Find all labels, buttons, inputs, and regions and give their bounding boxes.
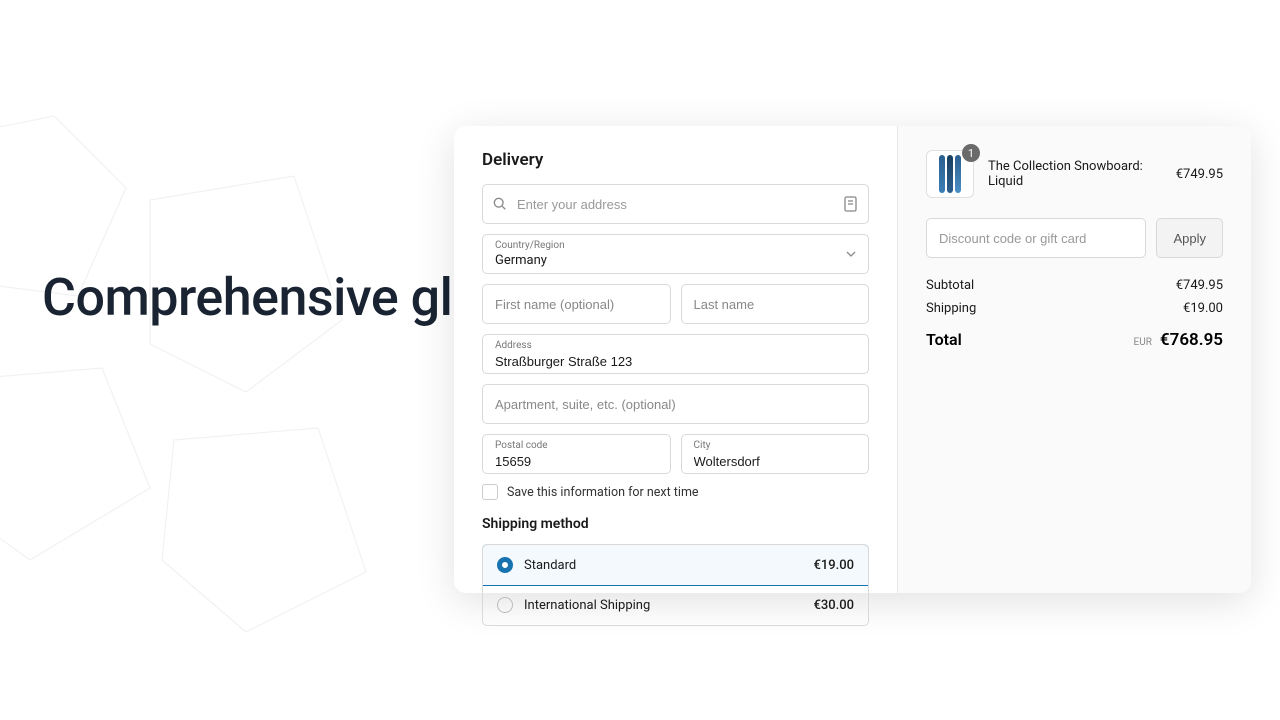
address-search-input[interactable] <box>482 184 869 224</box>
delivery-panel: Delivery Country/Region Germany Address <box>454 126 898 593</box>
total-value: €768.95 <box>1160 330 1223 350</box>
apartment-field[interactable] <box>482 384 869 424</box>
product-name: The Collection Snowboard: Liquid <box>988 159 1162 189</box>
city-input[interactable] <box>694 452 857 469</box>
subtotal-value: €749.95 <box>1176 278 1223 293</box>
first-name-input[interactable] <box>495 297 658 312</box>
address-input[interactable] <box>495 352 856 369</box>
first-name-field[interactable] <box>482 284 671 324</box>
shipping-label: Shipping <box>926 301 976 316</box>
shipping-option-name: International Shipping <box>524 598 802 613</box>
radio-selected-icon <box>497 557 513 573</box>
address-book-icon[interactable] <box>844 196 858 212</box>
shipping-option-international[interactable]: International Shipping €30.00 <box>483 585 868 625</box>
apartment-input[interactable] <box>495 397 856 412</box>
shipping-option-name: Standard <box>524 558 802 573</box>
radio-unselected-icon <box>497 597 513 613</box>
product-price: €749.95 <box>1176 167 1223 182</box>
cart-line-item: 1 The Collection Snowboard: Liquid €749.… <box>926 150 1223 198</box>
postal-label: Postal code <box>495 441 658 451</box>
shipping-method-title: Shipping method <box>482 516 869 532</box>
chevron-down-icon <box>846 251 856 257</box>
last-name-input[interactable] <box>694 297 857 312</box>
currency-code: EUR <box>1134 337 1152 348</box>
city-label: City <box>694 441 857 451</box>
shipping-option-price: €30.00 <box>813 598 854 613</box>
address-search-field[interactable] <box>482 184 869 224</box>
order-summary-panel: 1 The Collection Snowboard: Liquid €749.… <box>898 126 1251 593</box>
country-select[interactable]: Country/Region Germany <box>482 234 869 274</box>
save-info-label: Save this information for next time <box>507 485 699 500</box>
quantity-badge: 1 <box>962 144 980 162</box>
address-label: Address <box>495 341 856 351</box>
city-field[interactable]: City <box>681 434 870 474</box>
subtotal-label: Subtotal <box>926 278 974 293</box>
shipping-options: Standard €19.00 International Shipping €… <box>482 544 869 626</box>
last-name-field[interactable] <box>681 284 870 324</box>
checkout-card: Delivery Country/Region Germany Address <box>454 126 1251 593</box>
postal-field[interactable]: Postal code <box>482 434 671 474</box>
address-field[interactable]: Address <box>482 334 869 374</box>
save-info-checkbox[interactable] <box>482 484 498 500</box>
country-label: Country/Region <box>495 241 856 251</box>
total-label: Total <box>926 330 962 349</box>
apply-button[interactable]: Apply <box>1156 218 1223 258</box>
shipping-value: €19.00 <box>1183 301 1223 316</box>
shipping-option-price: €19.00 <box>813 558 854 573</box>
discount-input[interactable] <box>926 218 1146 258</box>
product-thumbnail: 1 <box>926 150 974 198</box>
map-background-decoration <box>0 80 400 680</box>
shipping-option-standard[interactable]: Standard €19.00 <box>482 544 869 586</box>
delivery-title: Delivery <box>482 150 869 170</box>
search-icon <box>493 197 507 211</box>
postal-input[interactable] <box>495 452 658 469</box>
country-value: Germany <box>495 251 856 268</box>
